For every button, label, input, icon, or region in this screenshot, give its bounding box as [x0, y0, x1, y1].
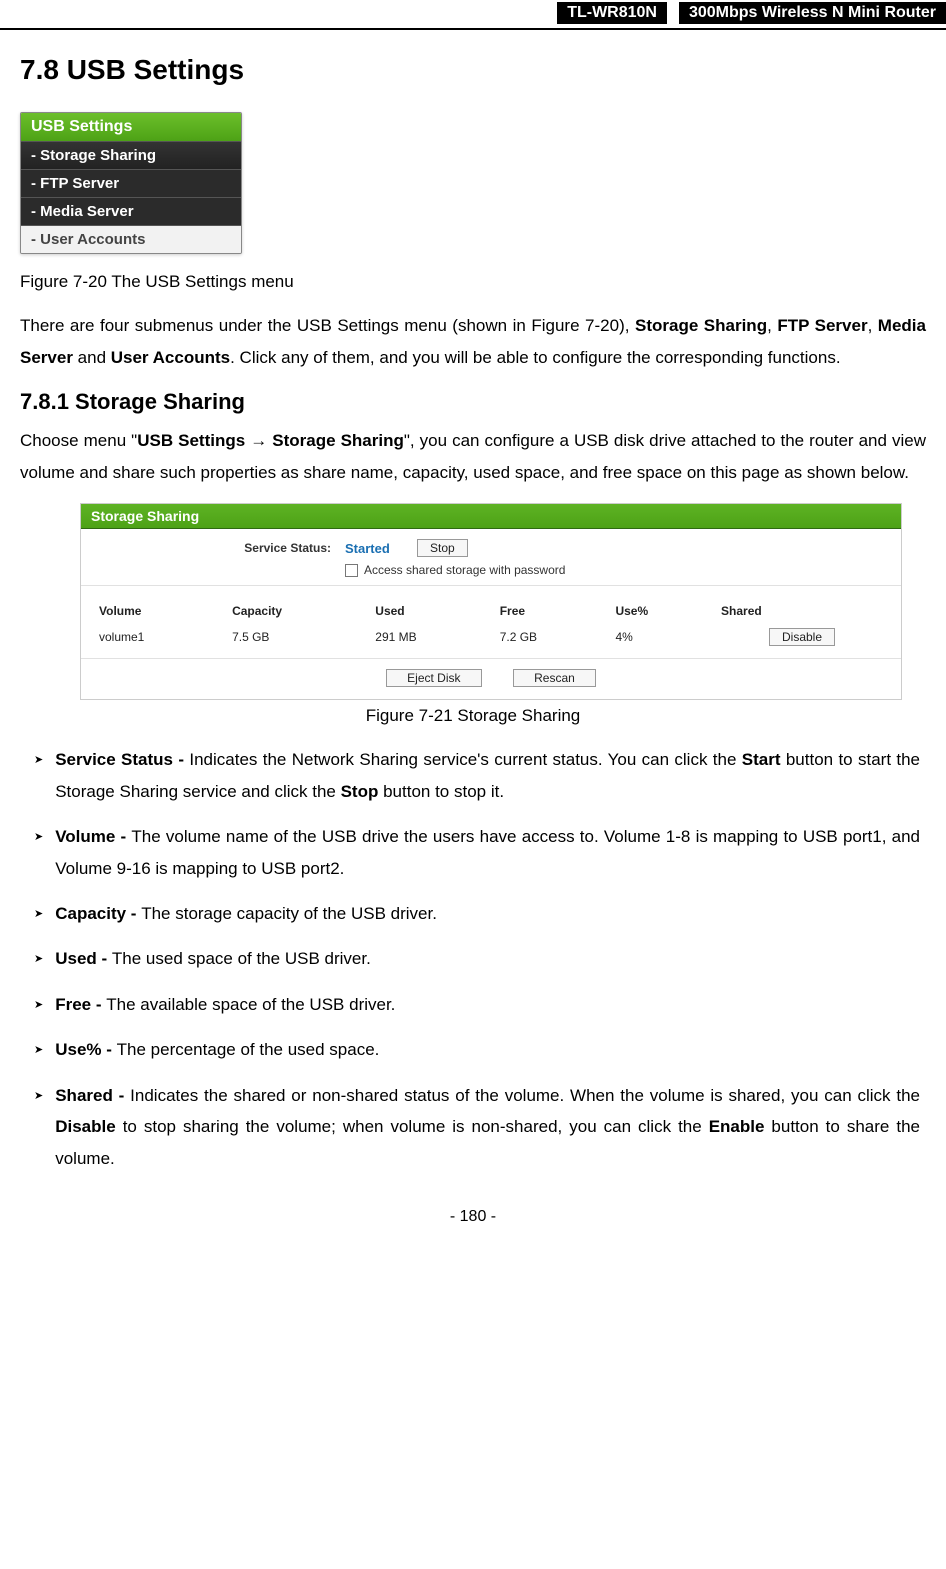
bullet-icon: ➤ [34, 943, 43, 974]
list-item: ➤ Free - The available space of the USB … [34, 989, 920, 1020]
eject-disk-button[interactable]: Eject Disk [386, 669, 481, 687]
cell-used: 291 MB [367, 624, 491, 650]
text: The volume name of the USB drive the use… [55, 827, 920, 877]
page-number: - 180 - [20, 1208, 926, 1226]
term-disable: Disable [55, 1117, 115, 1136]
cell-volume[interactable]: volume1 [91, 624, 224, 650]
menu-header: USB Settings [21, 113, 241, 141]
figure-7-21-caption: Figure 7-21 Storage Sharing [20, 706, 926, 726]
bullet-icon: ➤ [34, 744, 43, 807]
term-user-accounts: User Accounts [111, 348, 230, 367]
path-storage-sharing: Storage Sharing [272, 431, 404, 450]
list-item: ➤ Used - The used space of the USB drive… [34, 943, 920, 974]
term: Service Status - [55, 750, 189, 769]
definition-list: ➤ Service Status - Indicates the Network… [20, 744, 926, 1174]
storage-sharing-panel: Storage Sharing Service Status: Started … [80, 503, 902, 700]
col-volume: Volume [91, 598, 224, 624]
header-model: TL-WR810N [557, 2, 667, 24]
term-ftp-server: FTP Server [777, 316, 867, 335]
rescan-button[interactable]: Rescan [513, 669, 596, 687]
term-stop: Stop [341, 782, 379, 801]
menu-item-media-server[interactable]: - Media Server [21, 197, 241, 225]
usb-settings-menu: USB Settings - Storage Sharing - FTP Ser… [20, 112, 242, 254]
cell-usepct: 4% [607, 624, 713, 650]
service-status-label: Service Status: [91, 541, 331, 555]
stop-button[interactable]: Stop [417, 539, 468, 557]
bullet-icon: ➤ [34, 898, 43, 929]
list-item: ➤ Capacity - The storage capacity of the… [34, 898, 920, 929]
arrow-icon: → [245, 431, 272, 450]
menu-item-storage-sharing[interactable]: - Storage Sharing [21, 141, 241, 169]
figure-7-20-caption: Figure 7-20 The USB Settings menu [20, 272, 926, 292]
text: and [73, 348, 111, 367]
access-password-checkbox[interactable] [345, 564, 358, 577]
cell-free: 7.2 GB [492, 624, 608, 650]
term: Capacity - [55, 904, 141, 923]
panel-title: Storage Sharing [81, 504, 901, 529]
list-item: ➤ Volume - The volume name of the USB dr… [34, 821, 920, 884]
table-row: volume1 7.5 GB 291 MB 7.2 GB 4% Disable [91, 624, 891, 650]
list-item: ➤ Service Status - Indicates the Network… [34, 744, 920, 807]
subsection-title: 7.8.1 Storage Sharing [20, 389, 926, 415]
bullet-icon: ➤ [34, 989, 43, 1020]
table-header-row: Volume Capacity Used Free Use% Shared [91, 598, 891, 624]
col-usepct: Use% [607, 598, 713, 624]
text: The used space of the USB driver. [112, 949, 371, 968]
header-description: 300Mbps Wireless N Mini Router [679, 2, 946, 24]
text: . Click any of them, and you will be abl… [230, 348, 840, 367]
term: Free - [55, 995, 106, 1014]
term: Shared - [55, 1086, 130, 1105]
header-rule [0, 28, 946, 30]
text: , [868, 316, 878, 335]
bullet-icon: ➤ [34, 821, 43, 884]
term: Used - [55, 949, 112, 968]
text: The percentage of the used space. [117, 1040, 380, 1059]
term-storage-sharing: Storage Sharing [635, 316, 767, 335]
section-title: 7.8 USB Settings [20, 54, 926, 86]
menu-item-ftp-server[interactable]: - FTP Server [21, 169, 241, 197]
cell-capacity: 7.5 GB [224, 624, 367, 650]
bullet-icon: ➤ [34, 1080, 43, 1174]
disable-share-button[interactable]: Disable [769, 628, 835, 646]
text: to stop sharing the volume; when volume … [116, 1117, 709, 1136]
access-password-label: Access shared storage with password [364, 563, 565, 577]
text: The storage capacity of the USB driver. [141, 904, 437, 923]
text: Choose menu " [20, 431, 137, 450]
service-status-value: Started [345, 541, 403, 556]
text: , [767, 316, 777, 335]
bullet-icon: ➤ [34, 1034, 43, 1065]
list-item: ➤ Shared - Indicates the shared or non-s… [34, 1080, 920, 1174]
text: The available space of the USB driver. [106, 995, 395, 1014]
intro-paragraph: There are four submenus under the USB Se… [20, 310, 926, 375]
col-capacity: Capacity [224, 598, 367, 624]
list-item: ➤ Use% - The percentage of the used spac… [34, 1034, 920, 1065]
term: Use% - [55, 1040, 116, 1059]
term-enable: Enable [709, 1117, 765, 1136]
volume-table: Volume Capacity Used Free Use% Shared vo… [91, 598, 891, 650]
menu-item-user-accounts[interactable]: - User Accounts [21, 225, 241, 253]
term-start: Start [742, 750, 781, 769]
text: button to stop it. [378, 782, 504, 801]
path-usb-settings: USB Settings [137, 431, 245, 450]
col-used: Used [367, 598, 491, 624]
text: Indicates the Network Sharing service's … [189, 750, 741, 769]
col-free: Free [492, 598, 608, 624]
term: Volume - [55, 827, 131, 846]
col-shared: Shared [713, 598, 891, 624]
text: There are four submenus under the USB Se… [20, 316, 635, 335]
storage-paragraph: Choose menu "USB Settings → Storage Shar… [20, 425, 926, 490]
text: Indicates the shared or non-shared statu… [130, 1086, 920, 1105]
